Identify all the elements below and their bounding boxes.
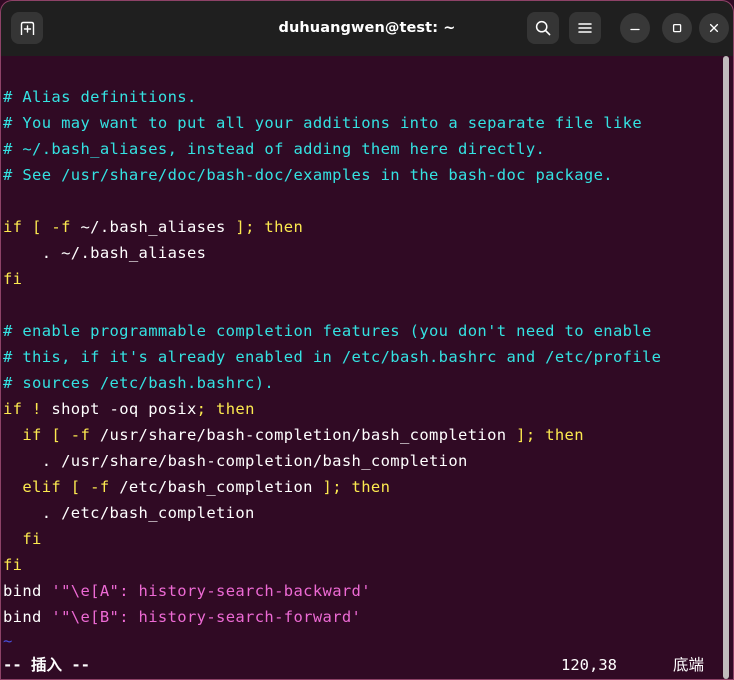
terminal-text-span: /etc/bash_completion	[119, 478, 313, 496]
terminal-line: # enable programmable completion feature…	[3, 318, 652, 344]
terminal-body[interactable]: # Alias definitions. # You may want to pu…	[1, 56, 733, 679]
terminal-text-span: shopt -oq posix	[51, 400, 197, 418]
terminal-line: bind '"\e[A": history-search-backward'	[3, 578, 371, 604]
terminal-text-span: fi	[3, 530, 42, 548]
terminal-text-span: # sources /etc/bash.bashrc).	[3, 374, 275, 392]
terminal-text-span: bind	[3, 608, 52, 626]
scrollbar[interactable]	[723, 56, 729, 679]
terminal-text-span: elif [ -f	[3, 478, 120, 496]
terminal-line: if [ -f /usr/share/bash-completion/bash_…	[3, 422, 584, 448]
terminal-line: # this, if it's already enabled in /etc/…	[3, 344, 661, 370]
terminal-text-span: bind	[3, 582, 52, 600]
terminal-text-span: . ~/.bash_aliases	[3, 244, 207, 262]
maximize-icon	[670, 21, 684, 35]
terminal-text-span: ]; then	[225, 218, 304, 236]
search-button[interactable]	[527, 12, 559, 44]
terminal-line: # ~/.bash_aliases, instead of adding the…	[3, 136, 545, 162]
vim-status-line: -- 插入 -- 120,38 底端	[1, 651, 733, 679]
terminal-text-span: ; then	[196, 400, 255, 418]
terminal-window: duhuangwen@test: ~ # Alias definitions. …	[0, 0, 734, 680]
vim-mode-indicator: -- 插入 --	[3, 656, 90, 674]
terminal-line: elif [ -f /etc/bash_completion ]; then	[3, 474, 390, 500]
terminal-text-span: # enable programmable completion feature…	[3, 322, 652, 340]
close-icon	[707, 21, 721, 35]
main-menu-button[interactable]	[569, 12, 601, 44]
terminal-text-span: fi	[3, 556, 23, 574]
terminal-text-span: if [ -f	[3, 218, 81, 236]
terminal-text-span: '"\e[A": history-search-backward'	[51, 582, 371, 600]
terminal-text-span: # this, if it's already enabled in /etc/…	[3, 348, 662, 366]
terminal-text-span: # ~/.bash_aliases, instead of adding the…	[3, 140, 546, 158]
terminal-text-span: ~/.bash_aliases	[80, 218, 226, 236]
terminal-text-span: # You may want to put all your additions…	[3, 114, 642, 132]
terminal-text-span: '"\e[B": history-search-forward'	[51, 608, 362, 626]
terminal-text-span: . /usr/share/bash-completion/bash_comple…	[3, 452, 468, 470]
terminal-line: bind '"\e[B": history-search-forward'	[3, 604, 361, 630]
search-icon	[534, 19, 552, 37]
terminal-line: fi	[3, 552, 22, 578]
terminal-text-span: # Alias definitions.	[3, 88, 197, 106]
terminal-text-span: fi	[3, 270, 23, 288]
terminal-text-span: ~	[3, 632, 13, 650]
terminal-text-span: ]; then	[312, 478, 391, 496]
buffer-location: 底端	[673, 656, 705, 674]
close-button[interactable]	[699, 13, 729, 43]
terminal-line: . /etc/bash_completion	[3, 500, 255, 526]
terminal-text-span: # See /usr/share/doc/bash-doc/examples i…	[3, 166, 613, 184]
terminal-line: # sources /etc/bash.bashrc).	[3, 370, 274, 396]
terminal-text-span: . /etc/bash_completion	[3, 504, 255, 522]
terminal-line: # Alias definitions.	[3, 84, 197, 110]
terminal-line: # You may want to put all your additions…	[3, 110, 642, 136]
scrollbar-thumb[interactable]	[723, 56, 729, 679]
title-bar[interactable]: duhuangwen@test: ~	[1, 1, 733, 56]
minimize-button[interactable]	[620, 13, 650, 43]
hamburger-menu-icon	[576, 19, 594, 37]
terminal-line: if ! shopt -oq posix; then	[3, 396, 255, 422]
terminal-line: . /usr/share/bash-completion/bash_comple…	[3, 448, 468, 474]
vim-editor-buffer[interactable]: # Alias definitions. # You may want to pu…	[1, 56, 733, 679]
minimize-icon	[628, 21, 642, 35]
terminal-text-span: ]; then	[506, 426, 584, 444]
terminal-line: fi	[3, 266, 22, 292]
new-tab-button[interactable]	[11, 12, 43, 44]
maximize-button[interactable]	[662, 13, 692, 43]
terminal-text-span: /usr/share/bash-completion/bash_completi…	[99, 426, 507, 444]
terminal-line: if [ -f ~/.bash_aliases ]; then	[3, 214, 303, 240]
terminal-line: . ~/.bash_aliases	[3, 240, 206, 266]
terminal-text-span: if [ -f	[3, 426, 100, 444]
terminal-line: fi	[3, 526, 42, 552]
cursor-position: 120,38	[561, 656, 617, 674]
terminal-line: # See /usr/share/doc/bash-doc/examples i…	[3, 162, 613, 188]
terminal-text-span: if !	[3, 400, 52, 418]
new-tab-icon	[19, 20, 36, 37]
